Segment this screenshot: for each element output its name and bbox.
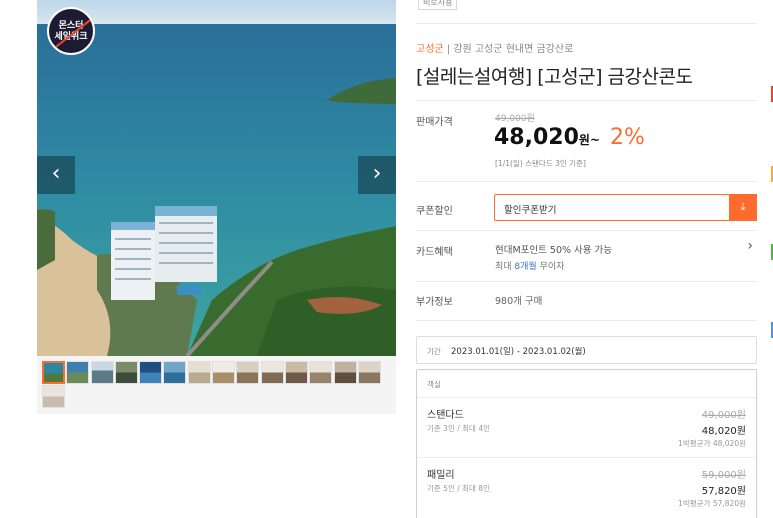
installment-months: 8개월 [514,262,537,272]
discount-rate: 2% [610,125,645,150]
thumbnail[interactable] [309,361,333,384]
divider [416,320,757,321]
get-coupon-button[interactable]: 할인쿠폰받기 ⤓ [494,194,757,221]
card-benefit-main: 현대M포인트 50% 사용 가능 [495,245,613,256]
room-name: 스탠다드 [427,410,464,421]
sale-price-value: 48,020 [494,125,579,150]
period-value: 2023.01.01(일) - 2023.01.02(월) [451,347,586,357]
extra-info-label: 부가정보 [416,297,453,308]
product-detail-panel: 비로사용 고성군 | 강원 고성군 현내면 금강산로 [설레는설여행] [고성군… [416,0,757,518]
badge-line-1: 몬스터 [58,21,84,31]
purchase-count: 980개 구매 [495,296,543,307]
chevron-left-icon[interactable]: ‹ [37,156,75,194]
room-price: 57,820원 [701,486,746,497]
thumbnail[interactable] [333,361,357,384]
room-capacity: 기준 3인 / 최대 4인 [427,424,491,433]
room-list: 객실 스탠다드 기준 3인 / 최대 4인 49,000원 48,020원 1박… [416,369,757,518]
sale-price-unit: 원~ [578,133,601,147]
room-per-night-price: 1박평균가 48,020원 [678,439,746,448]
divider [416,181,757,182]
region-link[interactable]: 고성군 [416,44,444,55]
room-name: 패밀리 [427,470,455,481]
thumbnail[interactable] [163,361,187,384]
thumbnail[interactable] [187,361,211,384]
divider [416,23,757,24]
thumbnail[interactable] [357,361,381,384]
main-product-photo[interactable]: 몬스터 세일위크 ‹ › [37,0,396,356]
thumbnail[interactable] [42,385,65,409]
product-location: 고성군 | 강원 고성군 현내면 금강산로 [416,40,573,55]
room-option-family[interactable]: 패밀리 기준 5인 / 최대 8인 59,000원 57,820원 1박평균가 … [417,457,756,517]
room-capacity: 기준 5인 / 최대 8인 [427,484,491,493]
badge-line-2: 세일위크 [54,32,88,42]
room-per-night-price: 1박평균가 57,820원 [678,499,746,508]
product-gallery: 몬스터 세일위크 ‹ › [37,0,396,414]
original-price: 49,000원 [495,114,535,124]
thumbnail-strip [42,361,394,410]
installment-suffix: 무이자 [536,262,565,272]
price-label: 판매가격 [416,117,453,128]
room-option-standard[interactable]: 스탠다드 기준 3인 / 최대 4인 49,000원 48,020원 1박평균가… [417,397,756,457]
thumbnail[interactable] [284,361,308,384]
card-benefit-label: 카드혜택 [416,247,453,258]
thumbnail[interactable] [139,361,163,384]
divider [416,230,757,231]
sale-price: 48,020원~ [494,125,600,150]
price-basis-note: [1/1(일) 스탠다드 3인 기준] [495,159,586,168]
download-icon[interactable]: ⤓ [729,194,757,221]
installment-prefix: 최대 [495,262,515,272]
monster-sale-week-badge: 몬스터 세일위크 [47,7,95,55]
room-list-header: 객실 [427,380,441,389]
room-price: 48,020원 [701,426,746,437]
room-original-price: 49,000원 [701,410,746,421]
period-label: 기간 [427,347,441,356]
thumbnail[interactable] [66,361,90,384]
card-benefit-installment: 최대 8개월 무이자 [495,259,564,272]
coupon-button-text: 할인쿠폰받기 [504,205,557,216]
divider [416,100,757,101]
address-text: | 강원 고성군 현내면 금강산로 [443,44,574,55]
divider [416,281,757,282]
thumbnail[interactable] [236,361,260,384]
product-tag: 비로사용 [418,0,458,10]
product-title: [설레는설여행] [고성군] 금강산콘도 [416,66,693,88]
thumbnail[interactable] [42,361,65,384]
chevron-right-icon[interactable]: › [358,156,396,194]
resort-aerial-photo [37,0,396,356]
period-selector[interactable]: 기간 2023.01.01(일) - 2023.01.02(월) [416,336,757,364]
thumbnail[interactable] [114,361,138,384]
room-original-price: 59,000원 [701,470,746,481]
coupon-label: 쿠폰할인 [416,206,453,217]
thumbnail[interactable] [90,361,114,384]
thumbnail[interactable] [260,361,284,384]
chevron-right-icon[interactable]: › [747,238,753,254]
thumbnail[interactable] [212,361,236,384]
